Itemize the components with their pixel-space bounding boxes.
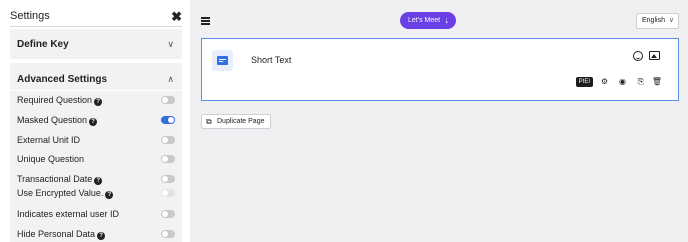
setting-row-external-user-id: Indicates external user ID — [17, 208, 175, 222]
question-title[interactable]: Short Text — [251, 55, 291, 65]
duplicate-page-label: Duplicate Page — [217, 118, 265, 125]
setting-row-hide-personal-data: Hide Personal Data? — [17, 228, 175, 242]
chevron-down-icon: ∨ — [668, 17, 674, 24]
close-icon[interactable]: ✖ — [171, 9, 182, 25]
eye-icon[interactable]: ◉ — [619, 76, 626, 88]
setting-row-use-encrypted-value: Use Encrypted Value.? — [17, 187, 175, 201]
define-key-panel[interactable]: Define Key ∨ — [10, 29, 182, 59]
gear-icon[interactable]: ⚙ — [601, 76, 608, 88]
setting-label: Transactional Date — [17, 174, 93, 184]
help-icon[interactable]: ? — [97, 232, 106, 240]
pii-badge[interactable]: PIEI — [575, 77, 593, 87]
trash-icon[interactable]: 🗑 — [652, 76, 662, 88]
short-text-icon — [217, 56, 228, 65]
unique-question-toggle[interactable] — [161, 155, 175, 163]
setting-row-external-unit-id: External Unit ID — [17, 134, 175, 148]
advanced-settings-panel: Advanced Settings ∧ Required Question? M… — [10, 63, 182, 242]
transactional-date-toggle[interactable] — [161, 175, 175, 183]
advanced-settings-label[interactable]: Advanced Settings — [17, 74, 107, 85]
sidebar-header: Settings ✖ — [10, 0, 182, 27]
question-card[interactable]: Short Text PIEI ⚙ ◉ ⎘ 🗑 — [201, 38, 679, 101]
language-value: English — [642, 17, 665, 24]
external-user-id-toggle[interactable] — [161, 210, 175, 218]
setting-label: Masked Question — [17, 115, 88, 125]
setting-label: Required Question — [17, 95, 93, 105]
setting-row-transactional-date: Transactional Date? — [17, 173, 175, 187]
use-encrypted-value-toggle — [161, 189, 175, 197]
hamburger-menu-icon[interactable] — [201, 17, 210, 25]
masked-question-toggle[interactable] — [161, 116, 175, 124]
setting-label: Use Encrypted Value. — [17, 188, 104, 198]
editor-canvas: Let's Meet ↓ English ∨ Short Text PIEI ⚙… — [190, 0, 688, 242]
setting-label: Indicates external user ID — [17, 209, 120, 219]
setting-row-required-question: Required Question? — [17, 94, 175, 108]
lets-meet-label: Let's Meet — [408, 17, 441, 24]
copy-icon[interactable]: ⎘ — [638, 76, 644, 88]
required-question-toggle[interactable] — [161, 96, 175, 104]
help-icon[interactable]: ? — [105, 191, 114, 199]
sidebar-title: Settings — [10, 10, 50, 22]
help-icon[interactable]: ? — [89, 118, 98, 126]
help-icon[interactable]: ? — [94, 177, 103, 185]
duplicate-page-button[interactable]: ⧉ Duplicate Page — [201, 114, 271, 129]
chevron-down-icon[interactable]: ∨ — [167, 39, 174, 50]
duplicate-icon: ⧉ — [206, 117, 212, 126]
image-icon[interactable] — [649, 51, 660, 60]
lets-meet-button[interactable]: Let's Meet ↓ — [400, 12, 456, 29]
emoji-icon[interactable] — [633, 51, 643, 61]
question-type-badge — [212, 50, 233, 71]
external-unit-id-toggle[interactable] — [161, 136, 175, 144]
help-icon[interactable]: ? — [94, 98, 103, 106]
setting-label: Unique Question — [17, 154, 85, 164]
microphone-icon: ↓ — [444, 15, 450, 25]
chevron-up-icon[interactable]: ∧ — [167, 74, 174, 85]
divider — [10, 90, 182, 91]
language-select[interactable]: English ∨ — [636, 13, 679, 29]
setting-label: External Unit ID — [17, 135, 81, 145]
setting-label: Hide Personal Data — [17, 229, 96, 239]
setting-row-masked-question: Masked Question? — [17, 114, 175, 128]
settings-sidebar: Settings ✖ Define Key ∨ Advanced Setting… — [0, 0, 190, 242]
hide-personal-data-toggle[interactable] — [161, 230, 175, 238]
setting-row-unique-question: Unique Question — [17, 153, 175, 167]
define-key-label: Define Key — [17, 39, 69, 50]
